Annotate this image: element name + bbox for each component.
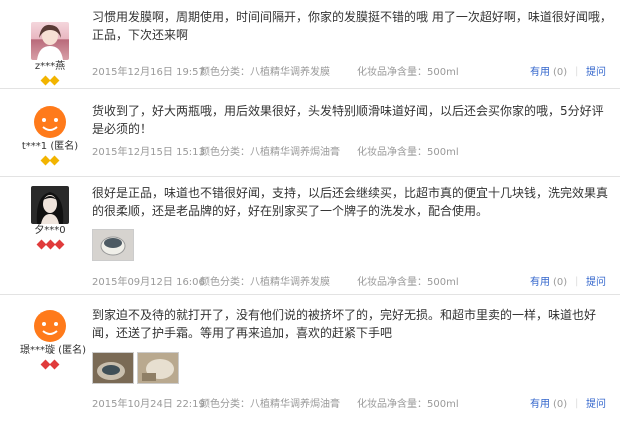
review-text: 很好是正品，味道也不错很好闻，支持，以后还会继续买，比超市真的便宜十几块钱，洗完… xyxy=(92,186,609,218)
useful-count: (0) xyxy=(553,67,568,78)
reviewer-level-badge xyxy=(20,154,80,166)
review-text: 习惯用发膜啊，周期使用，时间间隔开，你家的发膜挺不错的哦 用了一次超好啊，味道很… xyxy=(92,10,612,42)
review-date: 2015年12月15日 15:13 xyxy=(92,147,205,158)
review-item: t***1 (匿名) 货收到了，好大两瓶哦，用后效果很好，头发特别顺滑味道好闻，… xyxy=(0,88,620,177)
review-text: 到家迫不及待的就打开了，没有他们说的被挤坏了的，完好无损。和超市里卖的一样，味道… xyxy=(92,308,597,340)
review-meta: 2015年12月15日 15:13 颜色分类：八植精华调养焗油膏 化妆品净含量：… xyxy=(92,146,612,160)
reviewer-name[interactable]: t***1 (匿名) xyxy=(20,141,80,153)
review-meta: 2015年09月12日 16:06 颜色分类：八植精华调养发膜 化妆品净含量：5… xyxy=(92,276,612,290)
ask-button[interactable]: 提问 xyxy=(586,66,606,80)
reviewer-name[interactable]: 璟***璇 (匿名) xyxy=(20,345,86,357)
red-heart-icon xyxy=(36,239,46,250)
sku-color: 颜色分类：八植精华调养焗油膏 xyxy=(200,399,340,410)
useful-button[interactable]: 有用 (0) xyxy=(530,66,567,80)
default-avatar-icon[interactable] xyxy=(31,102,69,140)
red-heart-icon xyxy=(54,239,64,250)
reviewer-level-badge xyxy=(20,74,80,86)
review-item: 夕***0 很好是正品，味道也不错很好闻，支持，以后还会继续买，比超市真的便宜十… xyxy=(0,176,620,295)
red-heart-icon xyxy=(45,239,55,250)
ask-button[interactable]: 提问 xyxy=(586,398,606,412)
review-date: 2015年09月12日 16:06 xyxy=(92,277,205,288)
sku-color: 颜色分类：八植精华调养焗油膏 xyxy=(200,147,340,158)
review-date: 2015年12月16日 19:57 xyxy=(92,67,205,78)
sku-volume: 化妆品净含量：500ml xyxy=(357,399,459,410)
sku-volume: 化妆品净含量：500ml xyxy=(357,147,459,158)
useful-button[interactable]: 有用 (0) xyxy=(530,398,567,412)
review-meta: 2015年12月16日 19:57 颜色分类：八植精华调养发膜 化妆品净含量：5… xyxy=(92,66,612,80)
avatar[interactable] xyxy=(31,22,69,60)
reviewer-name[interactable]: 夕***0 xyxy=(20,225,80,237)
gold-diamond-icon xyxy=(49,155,60,166)
useful-label[interactable]: 有用 xyxy=(530,277,550,288)
sku-volume: 化妆品净含量：500ml xyxy=(357,277,459,288)
red-heart-icon xyxy=(49,359,60,370)
review-date: 2015年10月24日 22:19 xyxy=(92,399,205,410)
default-avatar-icon[interactable] xyxy=(31,306,69,344)
useful-button[interactable]: 有用 (0) xyxy=(530,276,567,290)
reviewer-info: 夕***0 xyxy=(20,186,80,250)
review-item: z***燕 习惯用发膜啊，周期使用，时间间隔开，你家的发膜挺不错的哦 用了一次超… xyxy=(0,0,620,89)
useful-count: (0) xyxy=(553,399,568,410)
review-photo[interactable] xyxy=(137,352,179,384)
review-item: 璟***璇 (匿名) 到家迫不及待的就打开了，没有他们说的被挤坏了的，完好无损。… xyxy=(0,294,620,430)
review-text: 货收到了，好大两瓶哦，用后效果很好，头发特别顺滑味道好闻，以后还会买你家的哦，5… xyxy=(92,104,604,136)
useful-label[interactable]: 有用 xyxy=(530,67,550,78)
useful-label[interactable]: 有用 xyxy=(530,399,550,410)
review-meta: 2015年10月24日 22:19 颜色分类：八植精华调养焗油膏 化妆品净含量：… xyxy=(92,398,612,412)
divider: | xyxy=(575,66,579,77)
reviewer-info: t***1 (匿名) xyxy=(20,102,80,166)
review-photo[interactable] xyxy=(92,229,134,261)
reviewer-info: z***燕 xyxy=(20,22,80,86)
reviewer-level-badge xyxy=(20,358,80,370)
review-photo[interactable] xyxy=(92,352,134,384)
avatar[interactable] xyxy=(31,186,69,224)
divider: | xyxy=(575,276,579,287)
ask-button[interactable]: 提问 xyxy=(586,276,606,290)
useful-count: (0) xyxy=(553,277,568,288)
sku-volume: 化妆品净含量：500ml xyxy=(357,67,459,78)
reviewer-name[interactable]: z***燕 xyxy=(20,61,80,73)
divider: | xyxy=(575,398,579,409)
gold-diamond-icon xyxy=(49,75,60,86)
reviewer-level-badge xyxy=(20,238,80,250)
reviewer-info: 璟***璇 (匿名) xyxy=(20,306,86,370)
sku-color: 颜色分类：八植精华调养发膜 xyxy=(200,67,330,78)
sku-color: 颜色分类：八植精华调养发膜 xyxy=(200,277,330,288)
